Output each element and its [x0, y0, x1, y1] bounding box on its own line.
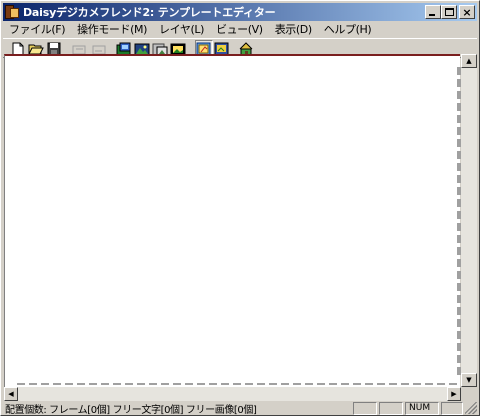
arrow-left-icon: ◀	[8, 389, 14, 398]
close-button[interactable]: ×	[459, 5, 475, 19]
page-boundary-bottom	[17, 383, 457, 385]
scroll-up-button[interactable]: ▲	[461, 54, 477, 68]
minimize-button[interactable]	[425, 5, 441, 19]
status-bar: 配置個数: フレーム[0個] フリー文字[0個] フリー画像[0個] NUM	[3, 401, 477, 416]
template-canvas[interactable]	[4, 54, 460, 389]
maximize-button[interactable]	[441, 5, 457, 19]
status-text: 配置個数: フレーム[0個] フリー文字[0個] フリー画像[0個]	[5, 404, 257, 416]
scroll-right-button[interactable]: ▶	[447, 387, 461, 401]
scroll-left-button[interactable]: ◀	[4, 387, 18, 401]
menu-view[interactable]: ビュー(V)	[210, 21, 269, 37]
menu-help[interactable]: ヘルプ(H)	[318, 21, 377, 37]
arrow-down-icon: ▼	[466, 375, 472, 384]
app-icon[interactable]	[5, 5, 19, 19]
resize-grip-icon[interactable]	[465, 402, 477, 414]
menu-layer[interactable]: レイヤ(L)	[153, 21, 210, 37]
close-icon: ×	[462, 5, 472, 19]
status-panel-1	[353, 401, 377, 415]
window-title: Daisyデジカメフレンド2: テンプレートエディター	[23, 6, 276, 19]
menu-display[interactable]: 表示(D)	[269, 21, 318, 37]
maximize-icon	[444, 8, 454, 16]
vertical-scrollbar[interactable]: ▲ ▼	[461, 54, 477, 387]
menu-file[interactable]: ファイル(F)	[3, 21, 71, 37]
title-bar[interactable]: Daisyデジカメフレンド2: テンプレートエディター ×	[3, 3, 477, 21]
status-panel-4	[441, 401, 463, 415]
arrow-right-icon: ▶	[451, 389, 457, 398]
status-panel-num: NUM	[405, 401, 439, 415]
minimize-icon	[429, 14, 435, 16]
scrollbar-corner	[461, 387, 477, 401]
menu-bar: ファイル(F) 操作モード(M) レイヤ(L) ビュー(V) 表示(D) ヘルプ…	[3, 21, 477, 37]
app-window: Daisyデジカメフレンド2: テンプレートエディター × ファイル(F) 操作…	[0, 0, 480, 416]
status-panel-2	[379, 401, 403, 415]
arrow-up-icon: ▲	[466, 56, 472, 65]
menu-operation-mode[interactable]: 操作モード(M)	[71, 21, 153, 37]
horizontal-scrollbar[interactable]: ◀ ▶	[4, 387, 461, 401]
scroll-down-button[interactable]: ▼	[461, 373, 477, 387]
